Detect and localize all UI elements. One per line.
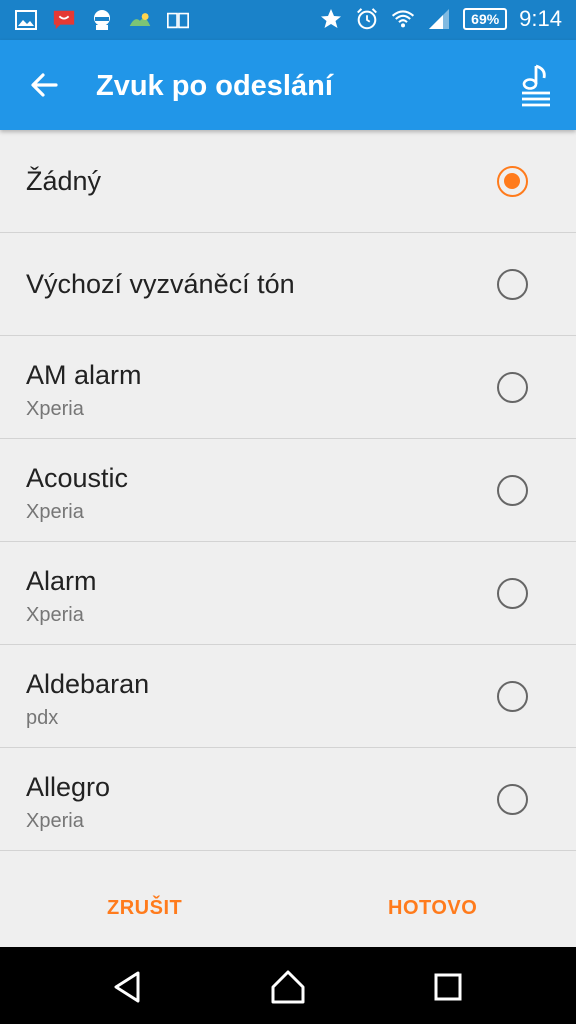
ringtone-list: Žádný Výchozí vyzváněcí tón AM alarm Xpe…	[0, 130, 576, 851]
option-title: Alarm	[26, 566, 97, 596]
battery-indicator: 69%	[463, 8, 508, 30]
option-title: Acoustic	[26, 463, 129, 493]
app-bar: Zvuk po odeslání	[0, 40, 576, 130]
list-item[interactable]: AM alarm Xperia	[0, 336, 576, 439]
option-title: Výchozí vyzváněcí tón	[26, 269, 295, 299]
option-subtitle: Xperia	[26, 398, 84, 420]
radio-button[interactable]	[497, 269, 528, 300]
book-icon	[166, 8, 190, 32]
navigation-bar	[0, 947, 576, 1024]
radio-button[interactable]	[497, 372, 528, 403]
arrow-back-icon[interactable]	[26, 67, 62, 103]
clock: 9:14	[519, 6, 562, 31]
list-item[interactable]: Alarm Xperia	[0, 542, 576, 645]
radio-button[interactable]	[497, 681, 528, 712]
wifi-icon	[391, 7, 415, 31]
home-icon[interactable]	[268, 967, 308, 1007]
status-bar: 69% 9:14	[0, 0, 576, 40]
weather-icon	[128, 8, 152, 32]
list-item[interactable]: Žádný	[0, 130, 576, 233]
dialog-actions: ZRUŠIT HOTOVO	[0, 855, 576, 947]
option-title: Allegro	[26, 772, 111, 802]
option-subtitle: Xperia	[26, 810, 84, 832]
signal-icon	[427, 7, 451, 31]
radio-button[interactable]	[497, 578, 528, 609]
option-subtitle: pdx	[26, 707, 59, 729]
page-title: Zvuk po odeslání	[96, 70, 333, 102]
radio-button-selected[interactable]	[497, 166, 528, 197]
alarm-icon	[355, 7, 379, 31]
list-item[interactable]: Allegro Xperia	[0, 748, 576, 851]
list-item[interactable]: Aldebaran pdx	[0, 645, 576, 748]
option-title: Aldebaran	[26, 669, 150, 699]
back-icon[interactable]	[108, 967, 148, 1007]
list-item[interactable]: Výchozí vyzváněcí tón	[0, 233, 576, 336]
star-icon	[319, 7, 343, 31]
option-subtitle: Xperia	[26, 501, 84, 523]
option-subtitle: Xperia	[26, 604, 84, 626]
messaging-icon	[52, 8, 76, 32]
option-title: AM alarm	[26, 360, 142, 390]
list-item[interactable]: Acoustic Xperia	[0, 439, 576, 542]
radio-button[interactable]	[497, 784, 528, 815]
done-button[interactable]: HOTOVO	[388, 897, 477, 920]
music-library-icon[interactable]	[520, 62, 552, 108]
android-icon	[90, 8, 114, 32]
recents-icon[interactable]	[428, 967, 468, 1007]
radio-button[interactable]	[497, 475, 528, 506]
option-title: Žádný	[26, 166, 102, 196]
cancel-button[interactable]: ZRUŠIT	[107, 897, 182, 920]
gallery-icon	[14, 8, 38, 32]
